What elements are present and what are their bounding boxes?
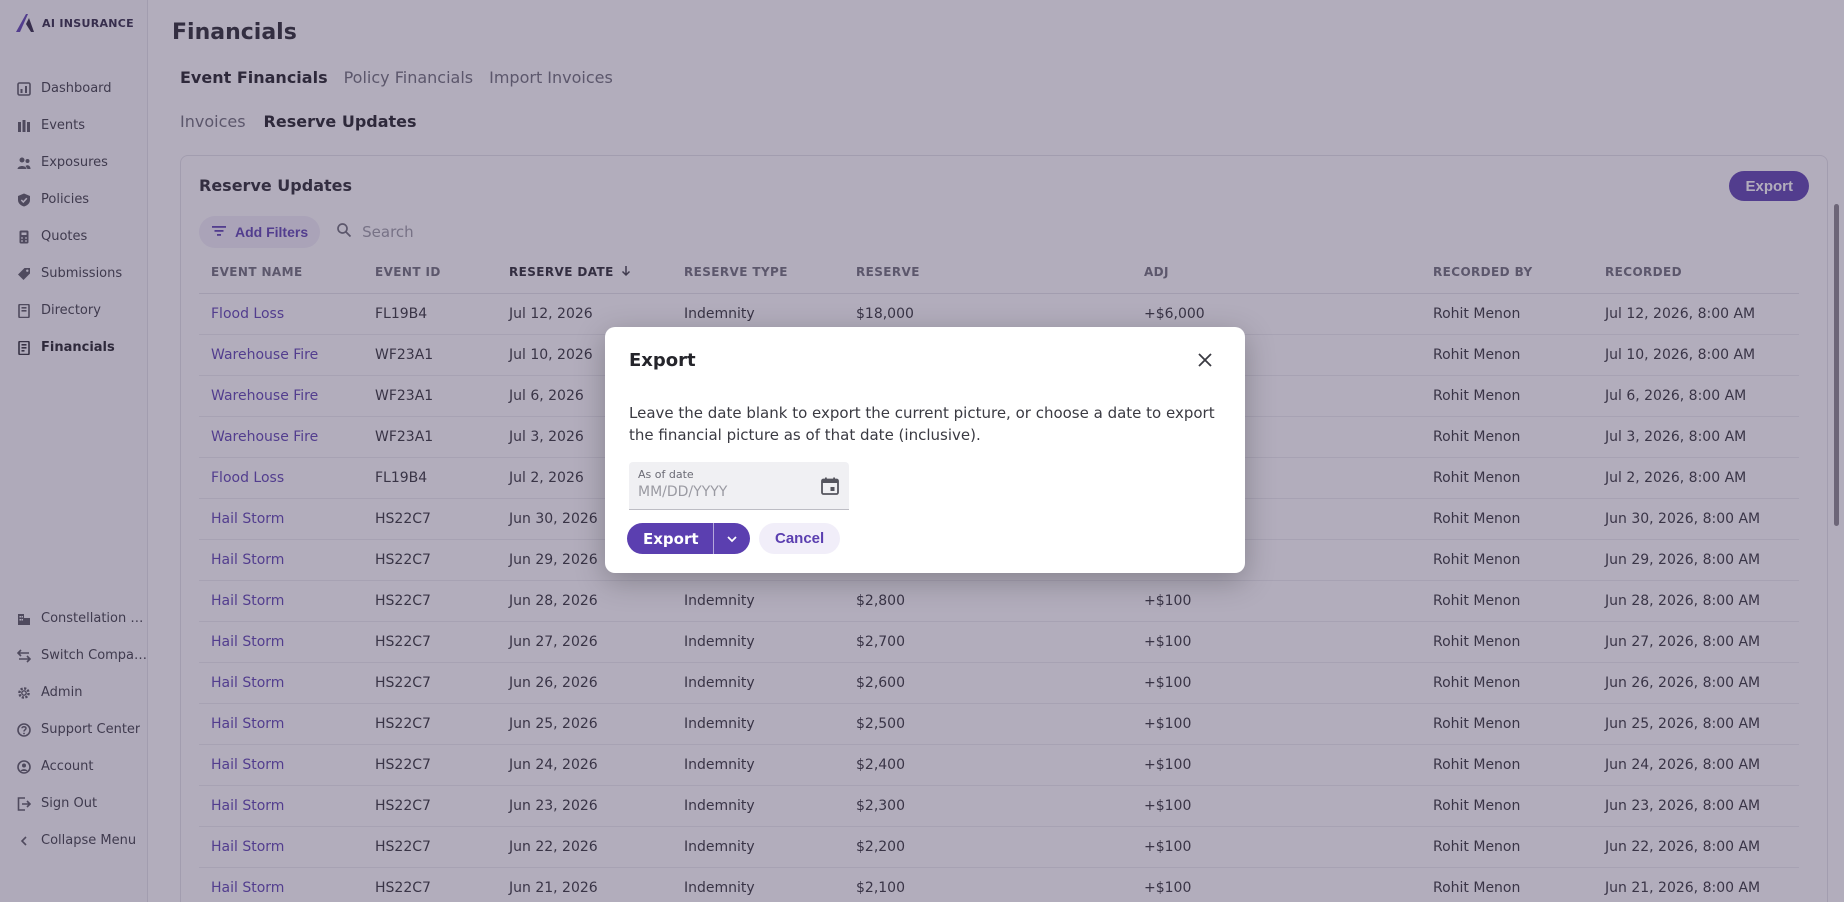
date-field-label: As of date — [638, 468, 694, 481]
cancel-button[interactable]: Cancel — [759, 523, 841, 554]
export-options-button[interactable] — [714, 523, 750, 554]
dialog-title: Export — [629, 350, 696, 371]
page-scrollbar[interactable] — [1834, 204, 1839, 526]
export-split-button: Export — [627, 523, 750, 554]
calendar-icon[interactable] — [820, 476, 840, 496]
close-button[interactable] — [1195, 350, 1215, 370]
as-of-date-input[interactable] — [638, 484, 808, 500]
chevron-down-icon — [726, 535, 737, 542]
close-icon — [1198, 353, 1212, 367]
export-confirm-button[interactable]: Export — [627, 523, 714, 554]
export-dialog: Export Leave the date blank to export th… — [605, 327, 1245, 573]
as-of-date-field: As of date — [629, 462, 849, 510]
dialog-description: Leave the date blank to export the curre… — [629, 404, 1215, 444]
